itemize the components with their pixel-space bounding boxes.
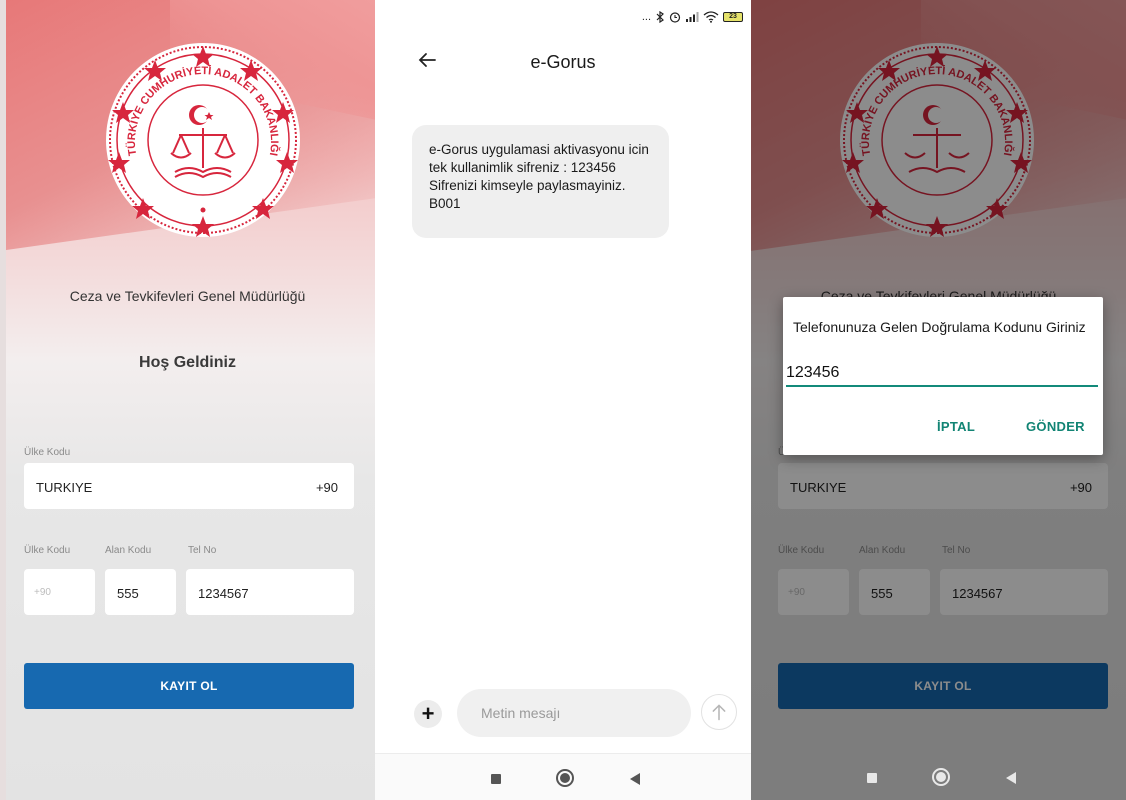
attach-plus-button[interactable]: + — [414, 700, 442, 728]
battery-icon: 23 — [723, 12, 743, 22]
login-screen: TÜRKİYE CUMHURİYETİ ADALET BAKANLIĞI Cez… — [0, 0, 375, 800]
verification-screen: TÜRKİYE CUMHURİYETİ ADALET BAKANLIĞI Cez… — [751, 0, 1126, 800]
bluetooth-icon — [656, 11, 664, 23]
register-button[interactable]: KAYIT OL — [24, 663, 354, 709]
agency-title: Ceza ve Tevkifevleri Genel Müdürlüğü — [69, 288, 306, 304]
back-icon[interactable] — [630, 773, 640, 785]
welcome-heading: Hoş Geldiniz — [139, 354, 236, 371]
home-icon[interactable] — [556, 769, 574, 787]
area-code-label: Alan Kodu — [105, 545, 152, 556]
status-bar: ... 23 — [642, 8, 743, 26]
recent-apps-icon[interactable] — [491, 774, 501, 784]
area-code-input[interactable]: 555 — [105, 569, 176, 615]
country-select[interactable]: TURKIYE +90 — [24, 463, 354, 509]
recent-apps-icon[interactable] — [867, 773, 877, 783]
phone-country-input[interactable]: +90 — [24, 569, 95, 615]
send-button[interactable]: GÖNDER — [1026, 419, 1085, 434]
signal-icon — [686, 12, 699, 22]
country-dial-code: +90 — [315, 480, 338, 495]
country-code-label: Ülke Kodu — [24, 447, 71, 458]
home-icon[interactable] — [932, 768, 950, 786]
phone-number-value: 1234567 — [198, 586, 249, 601]
country-name: TURKIYE — [36, 480, 93, 495]
message-bubble[interactable]: e-Gorus uygulamasi aktivasyonu icin tek … — [412, 125, 669, 238]
ministry-logo: TÜRKİYE CUMHURİYETİ ADALET BAKANLIĞI — [106, 43, 300, 237]
alarm-icon — [669, 12, 681, 23]
background-edge — [0, 0, 6, 800]
phone-number-label: Tel No — [188, 545, 217, 556]
send-arrow-icon[interactable] — [701, 694, 737, 730]
phone-number-input[interactable]: 1234567 — [186, 569, 354, 615]
wifi-icon — [703, 11, 719, 23]
dialog-title: Telefonunuza Gelen Doğrulama Kodunu Giri… — [793, 319, 1086, 335]
verification-code-input[interactable] — [786, 361, 1098, 387]
navigation-bar — [375, 753, 751, 800]
back-icon[interactable] — [1006, 772, 1016, 784]
conversation-title: e-Gorus — [530, 52, 596, 72]
sms-screen: ... 23 e-Gorus e-Gorus uygulamasi aktiva… — [375, 0, 751, 800]
cancel-button[interactable]: İPTAL — [937, 419, 975, 434]
verification-dialog: Telefonunuza Gelen Doğrulama Kodunu Giri… — [783, 297, 1103, 455]
navigation-bar — [751, 753, 1126, 800]
phone-country-label: Ülke Kodu — [24, 545, 71, 556]
phone-country-placeholder: +90 — [34, 587, 51, 598]
area-code-value: 555 — [117, 586, 139, 601]
more-icon: ... — [641, 11, 651, 23]
message-input[interactable]: Metin mesajı — [457, 689, 691, 737]
